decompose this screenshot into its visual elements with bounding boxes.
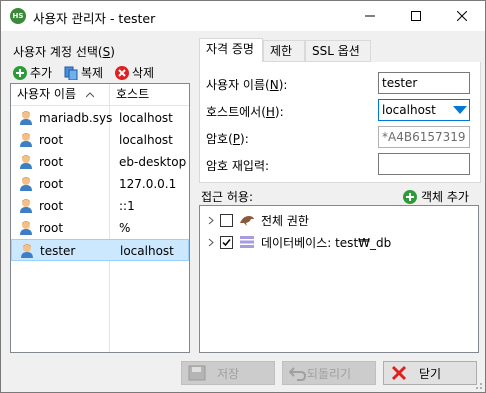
close-icon <box>457 11 467 21</box>
user-host: eb-desktop <box>119 155 187 169</box>
repeat-password-label: 암호 재입력: <box>206 159 270 173</box>
user-avatar-icon <box>20 111 32 125</box>
revert-button[interactable]: 되돌리기 <box>282 361 376 385</box>
user-cell: root <box>19 220 63 235</box>
host-dropdown[interactable]: localhost <box>378 99 470 121</box>
user-row[interactable]: root localhost <box>11 129 189 151</box>
red-x-icon <box>391 365 407 381</box>
plus-circle-icon <box>403 189 417 204</box>
tab-ssl-options[interactable]: SSL 옵션 <box>305 40 371 62</box>
username-label: 사용자 이름(N): <box>206 78 288 92</box>
checkbox-global[interactable] <box>220 213 233 227</box>
save-disk-icon <box>188 365 206 381</box>
user-host: % <box>119 221 131 235</box>
user-name: root <box>39 220 64 235</box>
tree-node-database[interactable]: 데이터베이스: test₩_db <box>208 232 391 252</box>
user-list[interactable]: 사용자 이름 호스트 mariadb.sys localhost root local… <box>10 83 190 353</box>
user-host: ::1 <box>119 199 135 213</box>
access-label: 접근 허용: <box>201 190 254 204</box>
user-avatar-icon <box>20 221 32 235</box>
undo-icon <box>289 367 307 381</box>
dolphin-icon <box>240 216 254 226</box>
user-name: root <box>39 176 64 191</box>
user-avatar-icon <box>20 199 32 213</box>
clone-user-button[interactable]: 복제 <box>64 64 103 81</box>
user-cell: root <box>19 176 63 191</box>
privileges-tree[interactable]: 전체 권한 데이터베이스: test₩_db <box>199 205 479 353</box>
save-button[interactable]: 저장 <box>181 361 275 385</box>
user-manager-window: HS 사용자 관리자 - tester 사용자 계정 선택(S) 추가 복제 삭… <box>0 0 486 393</box>
database-icon <box>240 236 254 248</box>
user-cell: root <box>19 154 63 169</box>
column-header-host[interactable]: 호스트 <box>110 84 189 105</box>
host-label: 호스트에서(H): <box>206 105 284 119</box>
user-row[interactable]: tester localhost <box>11 239 189 261</box>
user-name: root <box>39 154 64 169</box>
plus-circle-icon <box>13 65 27 80</box>
column-header-user[interactable]: 사용자 이름 <box>11 84 110 105</box>
app-logo-icon: HS <box>10 8 26 24</box>
user-cell: root <box>19 132 63 147</box>
host-dropdown-value: localhost <box>382 103 436 117</box>
user-host: 127.0.0.1 <box>119 177 177 191</box>
password-label: 암호(P): <box>206 132 249 146</box>
resize-grip-icon[interactable] <box>473 380 483 390</box>
user-row[interactable]: root::1 <box>11 195 189 217</box>
user-cell: mariadb.sys <box>19 110 112 125</box>
checkmark-icon <box>222 238 231 246</box>
user-row[interactable]: root 127.0.0.1 <box>11 173 189 195</box>
add-user-button[interactable]: 추가 <box>13 64 52 81</box>
window-title: 사용자 관리자 - tester <box>33 11 156 26</box>
tab-credentials[interactable]: 자격 증명 <box>199 38 263 62</box>
delete-icon <box>115 65 129 80</box>
tab-limits[interactable]: 제한 <box>263 40 305 62</box>
user-host: localhost <box>120 244 174 258</box>
clone-icon <box>64 66 78 80</box>
repeat-password-input[interactable] <box>378 153 470 175</box>
user-name: mariadb.sys <box>39 110 113 125</box>
user-avatar-icon <box>21 244 33 258</box>
delete-user-button[interactable]: 삭제 <box>115 64 154 81</box>
maximize-button[interactable] <box>393 1 439 31</box>
user-cell: tester <box>20 243 75 258</box>
user-avatar-icon <box>20 133 32 147</box>
close-window-button[interactable] <box>439 1 485 31</box>
checkbox-database[interactable] <box>220 235 233 249</box>
user-accounts-label: 사용자 계정 선택(S) <box>13 45 115 59</box>
user-host: localhost <box>119 111 173 125</box>
minimize-icon <box>365 15 375 17</box>
chevron-right-icon[interactable] <box>208 216 214 225</box>
user-row[interactable]: mariadb.sys localhost <box>11 107 189 129</box>
user-name: root <box>39 198 64 213</box>
credentials-panel: 사용자 이름(N): tester 호스트에서(H): localhost 암호… <box>199 62 481 183</box>
tree-node-global[interactable]: 전체 권한 <box>208 210 309 230</box>
user-host: localhost <box>119 133 173 147</box>
title-bar: HS 사용자 관리자 - tester <box>1 1 485 31</box>
password-input[interactable]: *A4B6157319 <box>378 126 470 148</box>
maximize-icon <box>411 11 421 21</box>
user-cell: root <box>19 198 63 213</box>
user-name: tester <box>40 243 76 258</box>
minimize-button[interactable] <box>347 1 393 31</box>
add-object-button[interactable]: 객체 추가 <box>403 188 469 205</box>
sort-ascending-icon <box>85 92 95 98</box>
user-row[interactable]: root% <box>11 217 189 239</box>
chevron-right-icon[interactable] <box>208 238 214 247</box>
user-avatar-icon <box>20 155 32 169</box>
chevron-down-icon <box>453 106 467 114</box>
user-row[interactable]: root eb-desktop <box>11 151 189 173</box>
user-avatar-icon <box>20 177 32 191</box>
user-name: root <box>39 132 64 147</box>
close-button[interactable]: 닫기 <box>383 361 477 385</box>
username-input[interactable]: tester <box>378 72 470 94</box>
